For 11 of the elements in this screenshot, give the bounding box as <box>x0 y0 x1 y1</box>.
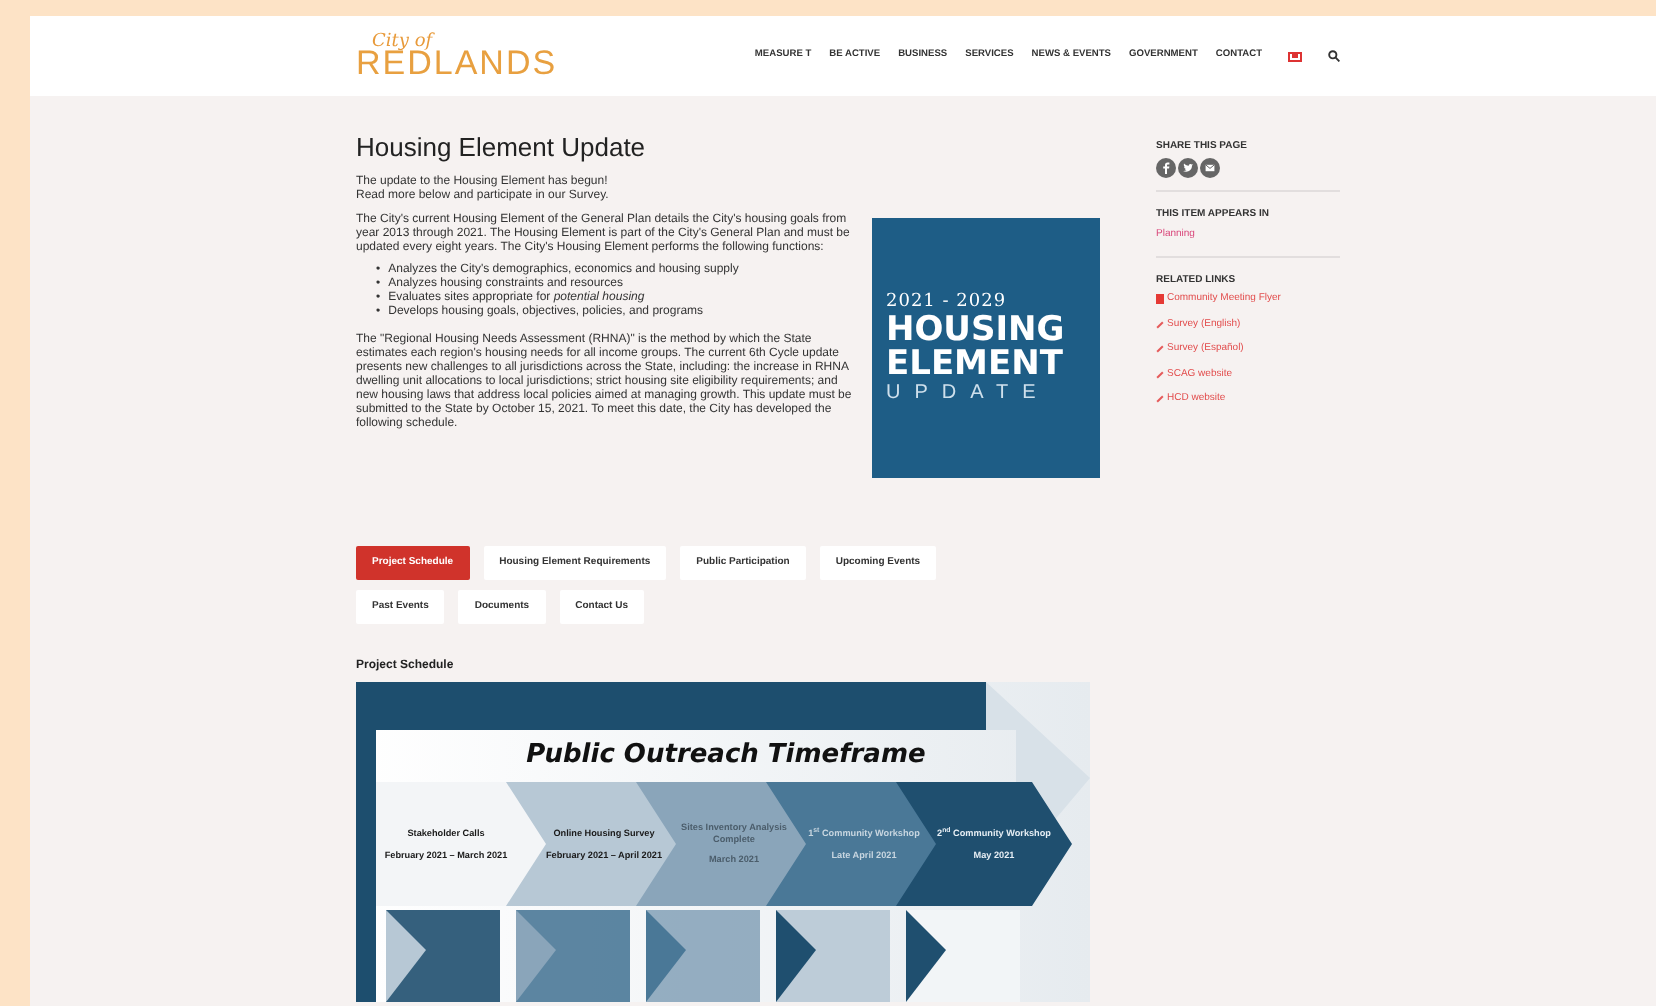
graphic-subtitle: UPDATE <box>886 381 1052 405</box>
twitter-icon[interactable] <box>1178 158 1198 178</box>
graphic-title: ELEMENT <box>886 347 1065 381</box>
page-title: Housing Element Update <box>356 132 648 164</box>
search-icon[interactable] <box>1328 50 1340 62</box>
graphic-years: 2021 - 2029 <box>886 291 1009 313</box>
facebook-icon[interactable] <box>1156 158 1176 178</box>
document-icon <box>1156 294 1164 304</box>
diagram-title: Public Outreach Timeframe <box>524 740 928 772</box>
graphic-title: HOUSING <box>886 313 1067 347</box>
email-icon[interactable] <box>1200 158 1220 178</box>
